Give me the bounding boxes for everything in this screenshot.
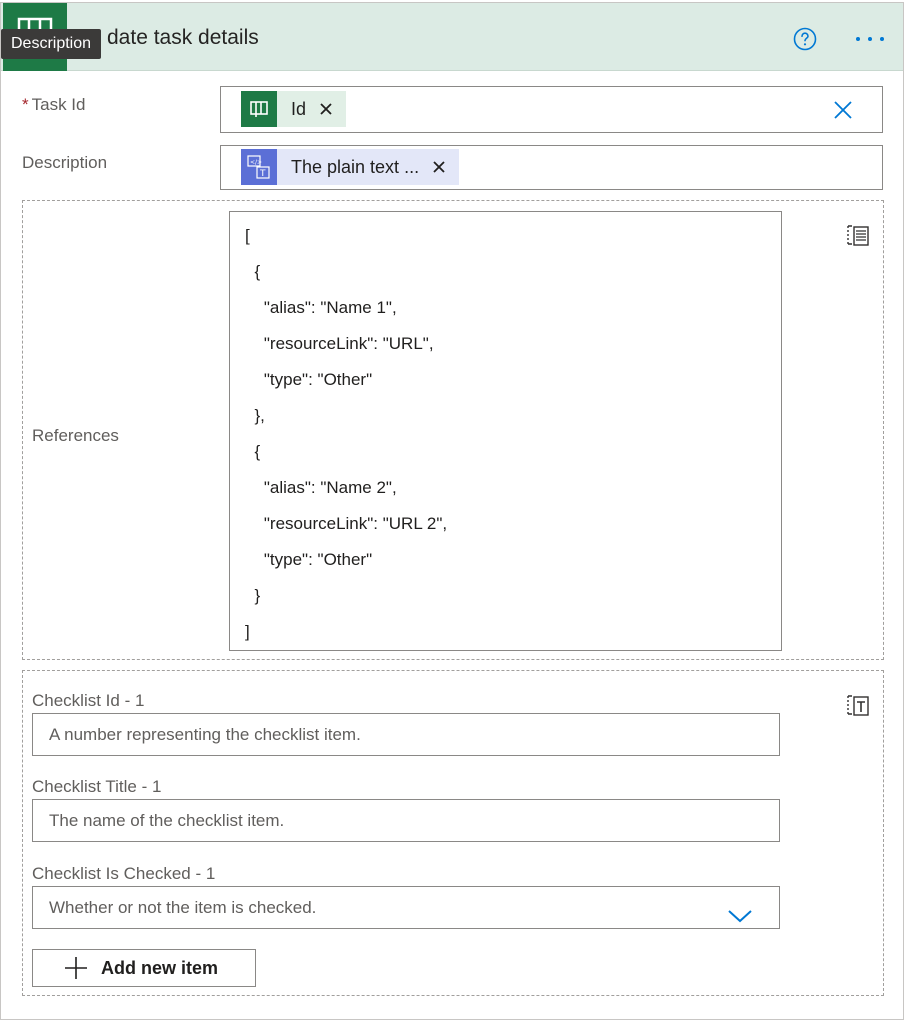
more-dots-icon[interactable] xyxy=(853,27,887,51)
references-label: References xyxy=(32,426,119,445)
switch-to-text-icon[interactable] xyxy=(844,691,872,719)
checklist-id-input[interactable]: A number representing the checklist item… xyxy=(32,713,780,756)
task-id-label-text: Task Id xyxy=(31,95,86,114)
id-token[interactable]: Id xyxy=(241,91,347,127)
svg-text:T: T xyxy=(259,169,266,179)
required-marker: * xyxy=(22,95,29,114)
json-line: "alias": "Name 2", xyxy=(245,478,397,497)
checklist-title-placeholder: The name of the checklist item. xyxy=(49,811,285,830)
action-header[interactable]: date task details xyxy=(1,3,903,71)
checklist-id-label: Checklist Id - 1 xyxy=(32,691,145,710)
plus-icon xyxy=(65,957,87,979)
id-token-text: Id xyxy=(291,98,307,119)
checklist-title-label: Checklist Title - 1 xyxy=(32,777,162,796)
help-circle-icon[interactable] xyxy=(793,27,817,51)
json-line: "resourceLink": "URL 2", xyxy=(245,514,448,533)
json-line: ] xyxy=(245,622,250,641)
chevron-down-icon[interactable] xyxy=(727,899,753,923)
remove-token-icon[interactable] xyxy=(429,157,449,177)
checklist-checked-placeholder: Whether or not the item is checked. xyxy=(49,898,317,917)
description-tooltip: Description xyxy=(1,29,102,59)
description-label: Description xyxy=(22,153,108,172)
json-line: "type": "Other" xyxy=(245,550,373,569)
json-line: "resourceLink": "URL", xyxy=(245,334,434,353)
json-line: }, xyxy=(245,406,265,425)
json-line: } xyxy=(245,586,261,605)
remove-token-icon[interactable] xyxy=(316,99,336,119)
html-to-text-icon: </> T xyxy=(241,149,277,185)
add-new-item-button[interactable]: Add new item xyxy=(32,949,256,987)
svg-text:</>: </> xyxy=(250,159,262,166)
checklist-id-placeholder: A number representing the checklist item… xyxy=(49,725,361,744)
json-line: { xyxy=(245,442,261,461)
json-line: "type": "Other" xyxy=(245,370,373,389)
checklist-title-input[interactable]: The name of the checklist item. xyxy=(32,799,780,842)
references-json-editor[interactable]: [ { "alias": "Name 1", "resourceLink": "… xyxy=(229,211,782,651)
description-input[interactable]: </> T The plain text ... xyxy=(220,145,883,190)
checklist-checked-dropdown[interactable]: Whether or not the item is checked. xyxy=(32,886,780,929)
task-id-input[interactable]: Id xyxy=(220,86,883,133)
json-line: "alias": "Name 1", xyxy=(245,298,397,317)
json-line: { xyxy=(245,262,261,281)
planner-token-icon xyxy=(241,91,277,127)
task-id-label: * Task Id xyxy=(22,95,85,115)
json-line: [ xyxy=(245,226,250,245)
checklist-checked-label: Checklist Is Checked - 1 xyxy=(32,864,216,883)
close-icon[interactable] xyxy=(832,99,854,121)
add-new-item-label: Add new item xyxy=(101,957,219,978)
action-title: date task details xyxy=(107,26,259,49)
plain-text-token-text: The plain text ... xyxy=(291,156,420,177)
action-card: date task details Description *Task Id xyxy=(0,2,904,1020)
plain-text-token[interactable]: </> T The plain text ... xyxy=(241,149,460,185)
switch-to-array-icon[interactable] xyxy=(844,221,872,249)
